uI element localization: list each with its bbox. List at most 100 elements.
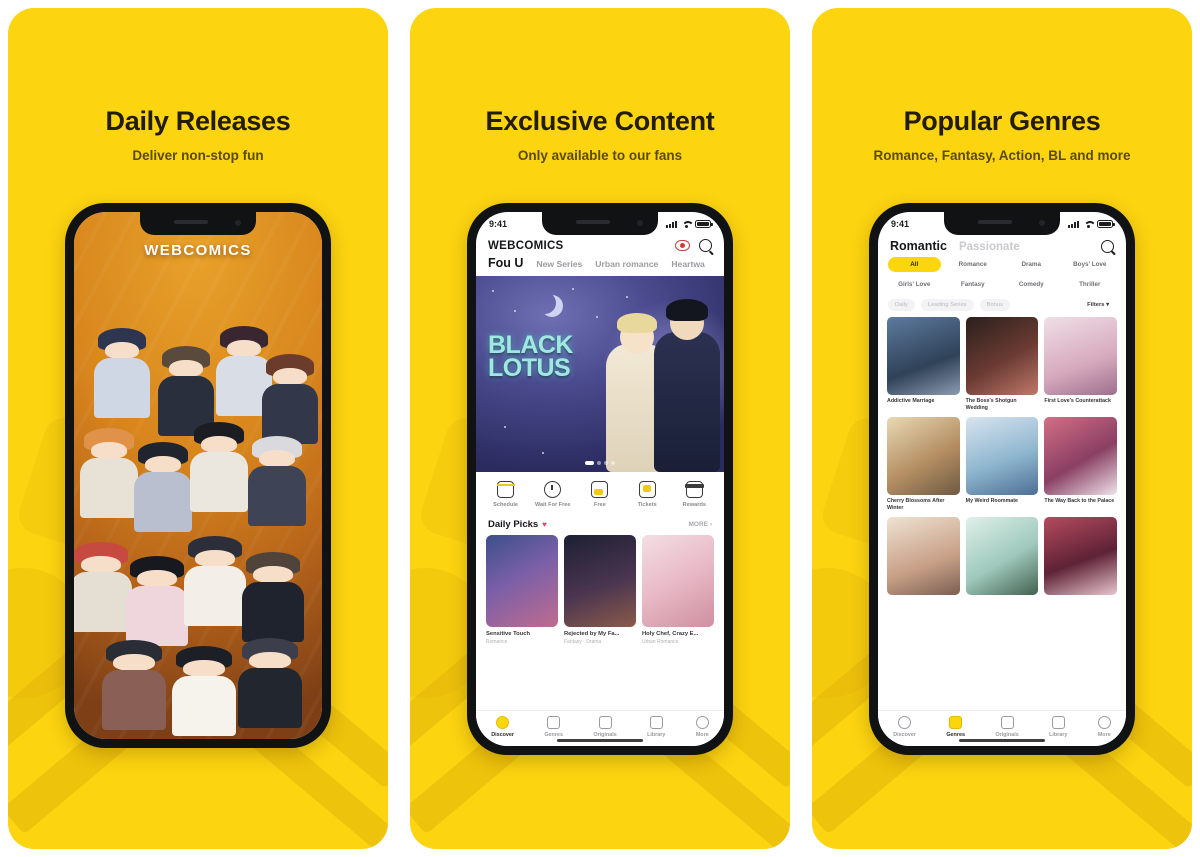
more-icon <box>1097 715 1111 729</box>
grid-item[interactable] <box>965 517 1039 598</box>
screenshot-stage: Daily Releases Deliver non-stop fun WEBC… <box>0 0 1200 857</box>
chip-romance[interactable]: Romance <box>947 257 1000 272</box>
subfilter-leading-series[interactable]: Leading Series <box>920 299 974 311</box>
tabbar-item-genres[interactable]: Genres <box>544 715 563 738</box>
tabbar-label: More <box>695 731 709 738</box>
subfilter-daily[interactable]: Daily <box>888 299 915 311</box>
genre-chip-row-1: All Romance Drama Boys' Love <box>878 257 1126 277</box>
more-link[interactable]: MORE › <box>689 521 712 528</box>
tab-for-you[interactable]: Fou U <box>488 256 523 270</box>
tabbar-item-discover[interactable]: Discover <box>491 715 514 738</box>
grid-item[interactable]: First Love's Counterattack <box>1044 317 1117 411</box>
tab-heartwarming[interactable]: Heartwa <box>671 259 704 269</box>
character-group <box>74 319 322 739</box>
tabbar-item-genres[interactable]: Genres <box>946 715 965 738</box>
tabbar-label: Discover <box>893 731 916 738</box>
grid-item[interactable]: The Boss's Shotgun Wedding <box>965 317 1039 411</box>
tabbar-item-more[interactable]: More <box>1097 715 1111 738</box>
front-camera <box>1039 220 1045 226</box>
character <box>262 354 318 445</box>
category-tab-row[interactable]: Fou U New Series Urban romance Heartwa <box>476 256 724 276</box>
tabbar-item-originals[interactable]: Originals <box>995 715 1019 738</box>
chip-comedy[interactable]: Comedy <box>1005 277 1058 292</box>
tabbar-item-originals[interactable]: Originals <box>593 715 617 738</box>
comic-cover-art: WEBCOMICS <box>74 212 322 739</box>
pick-cover-art <box>486 535 558 627</box>
quick-action-schedule[interactable]: Schedule <box>484 481 528 508</box>
tab-urban-romance[interactable]: Urban romance <box>595 259 658 269</box>
tab-passionate[interactable]: Passionate <box>959 241 1020 253</box>
front-camera <box>637 220 643 226</box>
tabbar-label: Genres <box>544 731 563 738</box>
chip-fantasy[interactable]: Fantasy <box>947 277 1000 292</box>
speaker-slot <box>576 220 610 224</box>
quick-action-wait-for-free[interactable]: Wait For Free <box>531 481 575 508</box>
tabbar-item-library[interactable]: Library <box>647 715 665 738</box>
chip-all[interactable]: All <box>888 257 941 272</box>
phone-screen: 9:41 WEBCOMICS Fou U New Series Urban ro… <box>476 212 724 746</box>
grid-cover-art <box>1044 417 1117 496</box>
pick-title: Sensitive Touch <box>486 631 531 637</box>
grid-item[interactable]: My Weird Roommate <box>965 417 1039 511</box>
grid-item-title: First Love's Counterattack <box>1044 398 1111 404</box>
hero-banner[interactable]: BLACK LOTUS <box>476 276 724 472</box>
section-header-daily-picks: Daily Picks ♥ MORE › <box>476 515 724 535</box>
phone-frame: 9:41 Romantic Passionate All Romance Dra… <box>869 203 1135 755</box>
front-camera <box>235 220 241 226</box>
eye-icon[interactable] <box>675 240 690 251</box>
subfilter-bonus[interactable]: Bonus <box>979 299 1011 311</box>
genres-header: Romantic Passionate <box>878 236 1126 257</box>
grid-item[interactable] <box>1044 517 1117 598</box>
pick-title: Holy Chef, Crazy E... <box>642 631 699 637</box>
chip-girls-love[interactable]: Girls' Love <box>888 277 941 292</box>
tabbar-label: Library <box>1049 731 1068 738</box>
tabbar-item-discover[interactable]: Discover <box>893 715 916 738</box>
pick-card[interactable]: Rejected by My Fa... Fantasy · Drama <box>564 535 636 645</box>
quick-action-rewards[interactable]: Rewards <box>672 481 716 508</box>
quick-action-free[interactable]: Free <box>578 481 622 508</box>
grid-item[interactable]: The Way Back to the Palace <box>1044 417 1117 511</box>
carousel-dots[interactable] <box>585 461 615 465</box>
wifi-icon <box>1083 220 1093 228</box>
grid-item-title: Cherry Blossoms After Winter <box>887 498 945 511</box>
filters-button[interactable]: Filters ▾ <box>1080 299 1116 311</box>
grid-item[interactable] <box>887 517 960 598</box>
app-brand-logo: WEBCOMICS <box>488 239 564 252</box>
tab-romantic[interactable]: Romantic <box>890 239 947 253</box>
promo-panel-exclusive-content: Exclusive Content Only available to our … <box>410 8 790 849</box>
cellular-signal-icon <box>666 220 677 228</box>
quick-action-label: Rewards <box>682 502 706 508</box>
pick-title: Rejected by My Fa... <box>564 631 620 637</box>
pick-subtitle: Romance <box>486 639 508 646</box>
pick-card[interactable]: Holy Chef, Crazy E... Urban Romance <box>642 535 714 645</box>
grid-item[interactable]: Addictive Marriage <box>887 317 960 411</box>
chip-boys-love[interactable]: Boys' Love <box>1064 257 1117 272</box>
character <box>184 536 246 641</box>
character <box>80 428 138 523</box>
quick-action-tickets[interactable]: Tickets <box>625 481 669 508</box>
phone-notch <box>944 212 1060 235</box>
grid-item[interactable]: Cherry Blossoms After Winter <box>887 417 960 511</box>
grid-item-title: My Weird Roommate <box>965 498 1018 505</box>
character <box>172 646 236 739</box>
section-title-text: Daily Picks <box>488 519 539 530</box>
character <box>102 640 166 739</box>
grid-cover-art <box>965 417 1039 496</box>
search-icon[interactable] <box>1101 239 1114 253</box>
pick-card[interactable]: Sensitive Touch Romance <box>486 535 558 645</box>
chip-thriller[interactable]: Thriller <box>1064 277 1117 292</box>
tabbar-item-library[interactable]: Library <box>1049 715 1068 738</box>
comic-grid: Addictive Marriage The Boss's Shotgun We… <box>878 317 1126 598</box>
content-fade <box>476 696 724 710</box>
chip-drama[interactable]: Drama <box>1005 257 1058 272</box>
search-icon[interactable] <box>699 239 712 252</box>
quick-action-row: Schedule Wait For Free Free Tickets Rewa… <box>476 472 724 515</box>
cellular-signal-icon <box>1068 220 1079 228</box>
phone-mockup-2: 9:41 WEBCOMICS Fou U New Series Urban ro… <box>410 203 790 755</box>
tabbar-item-more[interactable]: More <box>695 715 709 738</box>
quick-action-label: Schedule <box>493 502 519 508</box>
tab-new-series[interactable]: New Series <box>536 259 582 269</box>
status-time: 9:41 <box>891 219 910 229</box>
section-title: Daily Picks ♥ <box>488 519 547 530</box>
grid-item-title: Addictive Marriage <box>887 398 935 404</box>
